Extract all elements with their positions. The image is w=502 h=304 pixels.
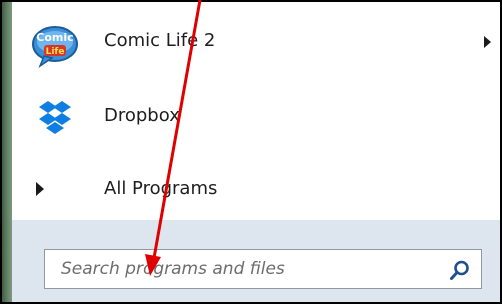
search-placeholder: Search programs and files bbox=[61, 259, 285, 279]
search-input[interactable]: Search programs and files bbox=[44, 249, 482, 289]
svg-text:Comic: Comic bbox=[36, 31, 73, 44]
submenu-arrow-icon bbox=[484, 36, 491, 48]
program-item-dropbox[interactable]: Dropbox bbox=[12, 93, 500, 143]
program-item-label: Comic Life 2 bbox=[104, 30, 216, 51]
all-programs-label: All Programs bbox=[104, 178, 218, 199]
dropbox-icon bbox=[30, 97, 80, 145]
program-item-comic-life[interactable]: Comic Life Comic Life 2 bbox=[12, 18, 500, 68]
start-menu-left-edge bbox=[2, 2, 12, 302]
svg-text:Life: Life bbox=[46, 47, 65, 57]
comic-life-icon: Comic Life bbox=[30, 22, 80, 70]
all-programs-item[interactable]: All Programs bbox=[12, 168, 500, 218]
search-icon[interactable] bbox=[449, 259, 471, 281]
program-item-label: Dropbox bbox=[104, 105, 180, 126]
expand-arrow-icon bbox=[36, 182, 44, 196]
